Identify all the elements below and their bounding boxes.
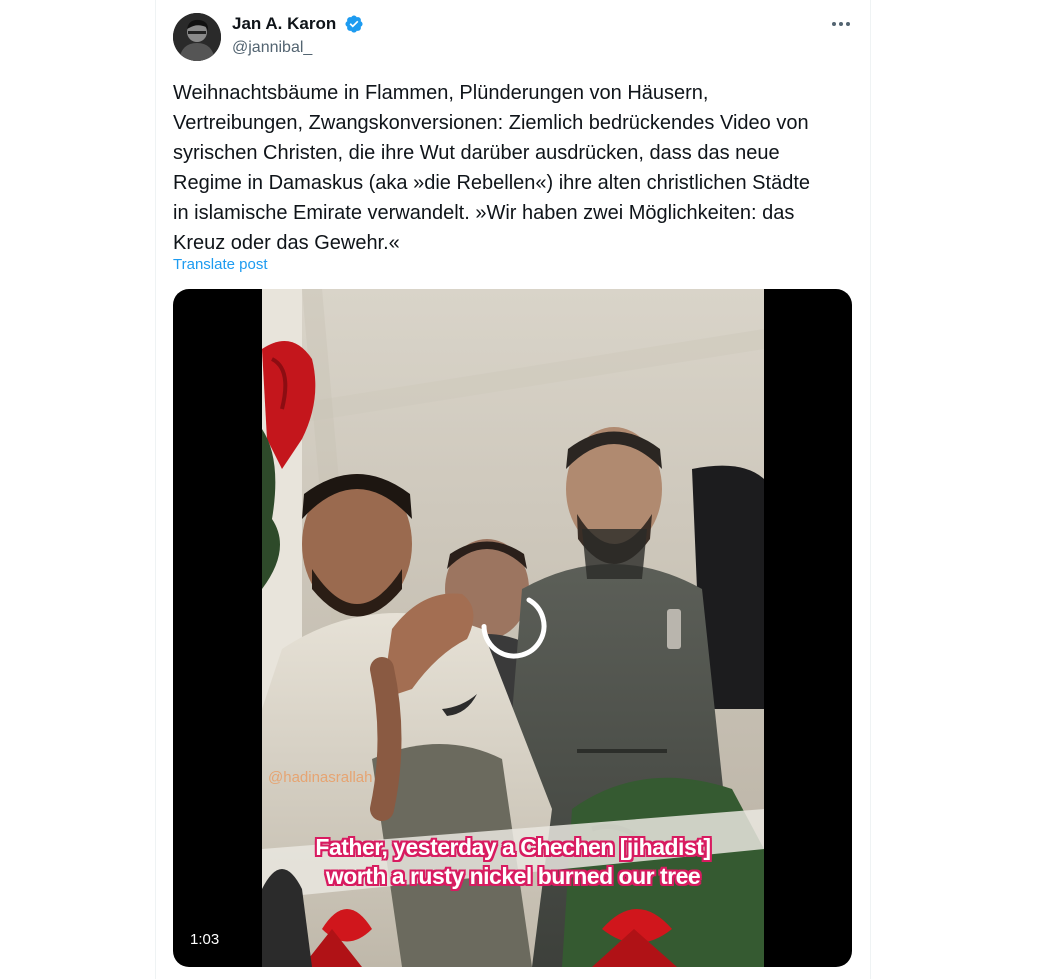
subtitle-line-2: worth a rusty nickel burned our tree — [325, 863, 701, 889]
video-player[interactable]: @hadinasrallah Father, yesterday a Chech… — [173, 289, 852, 967]
subtitle-line-1: Father, yesterday a Chechen [jihadist] — [315, 834, 711, 860]
video-watermark: @hadinasrallah — [268, 769, 373, 786]
author-name[interactable]: Jan A. Karon — [232, 13, 336, 35]
column-border-right — [870, 0, 871, 979]
more-options-button[interactable] — [826, 13, 856, 35]
avatar[interactable] — [173, 13, 221, 61]
video-subtitle: Father, yesterday a Chechen [jihadist] w… — [262, 833, 764, 891]
post-text: Weihnachtsbäume in Flammen, Plünderungen… — [173, 82, 810, 254]
column-border-left — [155, 0, 156, 979]
translate-post-link[interactable]: Translate post — [173, 255, 268, 275]
verified-badge-icon — [344, 14, 364, 34]
loading-spinner-icon — [478, 590, 550, 662]
more-horizontal-icon — [832, 22, 850, 26]
video-duration: 1:03 — [190, 931, 220, 948]
author-handle[interactable]: @jannibal_ — [232, 38, 312, 58]
